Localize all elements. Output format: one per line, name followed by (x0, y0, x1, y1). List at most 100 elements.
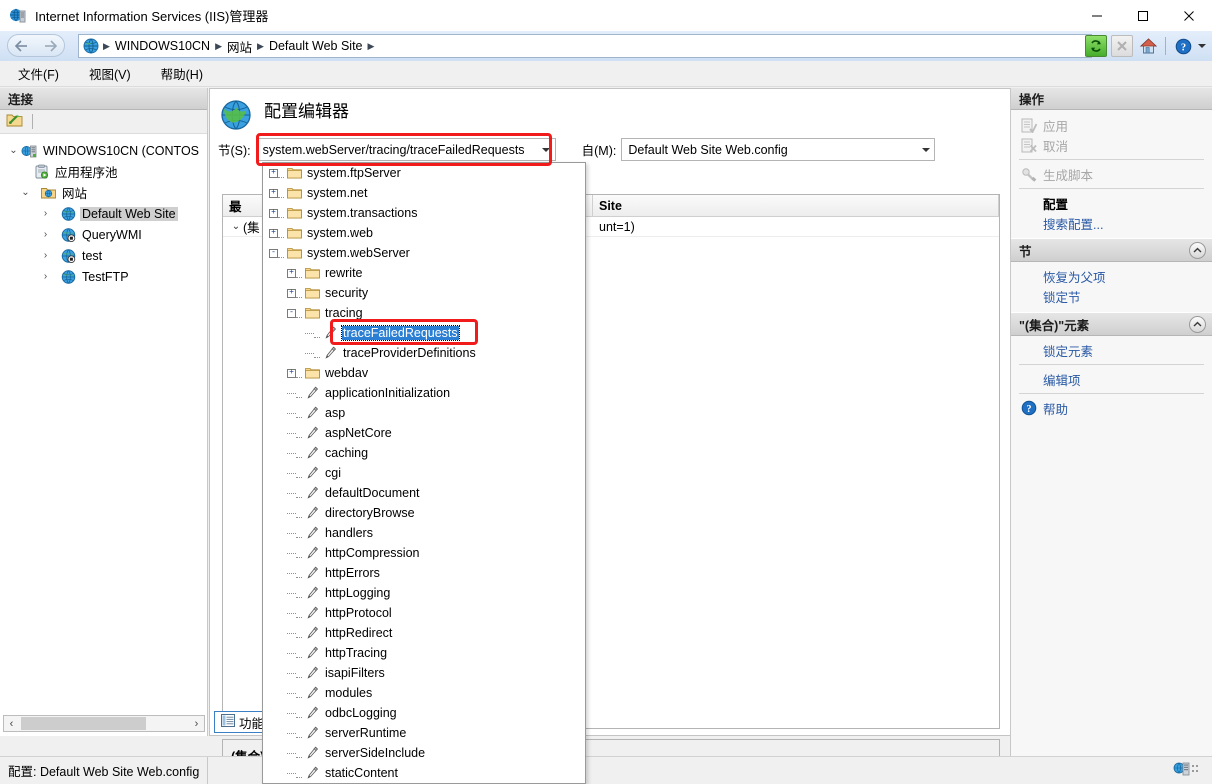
refresh-icon[interactable] (1085, 35, 1107, 57)
scroll-left-icon[interactable]: ‹ (4, 718, 19, 730)
expand-icon[interactable]: + (269, 188, 278, 198)
chevron-down-icon[interactable]: ⌄ (18, 187, 33, 198)
dropdown-item[interactable]: modules (263, 683, 585, 703)
breadcrumb-item-server[interactable]: WINDOWS10CN (111, 39, 214, 53)
action-search-configuration[interactable]: 搜索配置... (1011, 213, 1212, 233)
resize-grip-icon[interactable] (1168, 758, 1208, 782)
dropdown-item[interactable]: httpProtocol (263, 603, 585, 623)
help-icon[interactable]: ? (1172, 35, 1194, 57)
connect-to-server-icon[interactable] (6, 112, 23, 131)
tree-node-sites[interactable]: ⌄ 网站 (0, 182, 207, 203)
chevron-right-icon[interactable]: › (38, 229, 53, 240)
minimize-button[interactable] (1074, 0, 1120, 31)
collapse-icon[interactable]: - (287, 308, 296, 318)
dropdown-item[interactable]: traceFailedRequests (263, 323, 585, 343)
breadcrumb-item-sites[interactable]: 网站 (223, 37, 256, 56)
dropdown-item[interactable]: httpTracing (263, 643, 585, 663)
scrollbar-thumb[interactable] (21, 717, 146, 730)
tree-node-test[interactable]: › test (0, 245, 207, 266)
dropdown-item[interactable]: httpCompression (263, 543, 585, 563)
dropdown-item[interactable]: applicationInitialization (263, 383, 585, 403)
breadcrumb[interactable]: ▶ WINDOWS10CN ▶ 网站 ▶ Default Web Site ▶ (78, 34, 1092, 58)
dropdown-item-label: system.transactions (307, 206, 418, 220)
forward-button[interactable] (37, 35, 64, 57)
section-dropdown-list[interactable]: + system.ftpServer + system.net + system.tran… (262, 162, 586, 784)
dropdown-item[interactable]: + system.web (263, 223, 585, 243)
action-edit-items[interactable]: 编辑项 (1011, 369, 1212, 389)
dropdown-item-label: serverSideInclude (325, 746, 426, 760)
dropdown-item[interactable]: cgi (263, 463, 585, 483)
actions-title: 操作 (1011, 88, 1212, 110)
chevron-down-icon[interactable]: ⌄ (229, 221, 243, 232)
pencil-icon (306, 726, 319, 740)
maximize-button[interactable] (1120, 0, 1166, 31)
dropdown-item[interactable]: handlers (263, 523, 585, 543)
dropdown-item[interactable]: httpLogging (263, 583, 585, 603)
expand-icon[interactable]: + (287, 288, 296, 298)
dropdown-item[interactable]: + system.net (263, 183, 585, 203)
dropdown-item[interactable]: staticContent (263, 763, 585, 783)
dropdown-item[interactable]: serverRuntime (263, 723, 585, 743)
breadcrumb-item-site[interactable]: Default Web Site (265, 39, 367, 53)
expand-icon[interactable]: + (269, 168, 278, 178)
tree-node-default-web-site[interactable]: › Default Web Site (0, 203, 207, 224)
expand-icon[interactable]: + (287, 368, 296, 378)
grid-column-header-value[interactable]: Site (593, 195, 999, 216)
action-lock-section[interactable]: 锁定节 (1011, 286, 1212, 306)
from-value: Default Web Site Web.config (628, 142, 788, 157)
tree-node-app-pools[interactable]: 应用程序池 (0, 161, 207, 182)
dropdown-item[interactable]: traceProviderDefinitions (263, 343, 585, 363)
action-lock-element[interactable]: 锁定元素 (1011, 340, 1212, 360)
dropdown-item[interactable]: defaultDocument (263, 483, 585, 503)
menu-file[interactable]: 文件(F) (12, 61, 65, 86)
tree-node-querywmi[interactable]: › QueryWMI (0, 224, 207, 245)
dropdown-item[interactable]: - tracing (263, 303, 585, 323)
help-dropdown-icon[interactable] (1198, 44, 1206, 48)
dropdown-item[interactable]: + system.ftpServer (263, 163, 585, 183)
tree-connector (296, 369, 302, 378)
close-button[interactable] (1166, 0, 1212, 31)
chevron-down-icon[interactable]: ⌄ (6, 145, 21, 156)
tree-node-testftp[interactable]: › TestFTP (0, 266, 207, 287)
menu-help[interactable]: 帮助(H) (155, 61, 209, 86)
dropdown-item[interactable]: odbcLogging (263, 703, 585, 723)
menu-view[interactable]: 视图(V) (83, 61, 137, 86)
home-icon[interactable] (1137, 35, 1159, 57)
collapse-icon[interactable]: - (269, 248, 278, 258)
expand-icon[interactable]: + (269, 208, 278, 218)
expand-icon[interactable]: + (287, 268, 296, 278)
connections-horizontal-scrollbar[interactable]: ‹ › (3, 715, 205, 732)
tree-line (287, 712, 296, 714)
scroll-right-icon[interactable]: › (189, 718, 204, 730)
dropdown-item[interactable]: + rewrite (263, 263, 585, 283)
tree-node-server[interactable]: ⌄ WINDOWS10CN (CONTOS (0, 140, 207, 161)
dropdown-item[interactable]: isapiFilters (263, 663, 585, 683)
tree-connector (296, 609, 302, 618)
dropdown-item[interactable]: caching (263, 443, 585, 463)
dropdown-item[interactable]: + webdav (263, 363, 585, 383)
chevron-right-icon[interactable]: › (38, 271, 53, 282)
section-combobox[interactable]: system.webServer/tracing/traceFailedRequ… (255, 138, 556, 161)
action-revert-to-parent[interactable]: 恢复为父项 (1011, 266, 1212, 286)
dropdown-item[interactable]: asp (263, 403, 585, 423)
dropdown-item[interactable]: aspNetCore (263, 423, 585, 443)
dropdown-item[interactable]: serverSideInclude (263, 743, 585, 763)
dropdown-item[interactable]: - system.webServer (263, 243, 585, 263)
chevron-down-icon[interactable] (917, 139, 934, 160)
dropdown-item[interactable]: + system.transactions (263, 203, 585, 223)
chevron-up-icon[interactable] (1189, 315, 1206, 333)
dropdown-item[interactable]: + security (263, 283, 585, 303)
pencil-icon (306, 446, 319, 460)
dropdown-item[interactable]: httpRedirect (263, 623, 585, 643)
action-help[interactable]: ? 帮助 (1011, 398, 1212, 418)
chevron-right-icon[interactable]: › (38, 250, 53, 261)
dropdown-item[interactable]: httpErrors (263, 563, 585, 583)
expand-icon[interactable]: + (269, 228, 278, 238)
dropdown-item[interactable]: directoryBrowse (263, 503, 585, 523)
chevron-down-icon[interactable] (538, 139, 555, 160)
from-combobox[interactable]: Default Web Site Web.config (621, 138, 936, 161)
dropdown-item-label: rewrite (325, 266, 363, 280)
chevron-right-icon[interactable]: › (38, 208, 53, 219)
chevron-up-icon[interactable] (1189, 241, 1206, 259)
back-button[interactable] (9, 35, 36, 57)
